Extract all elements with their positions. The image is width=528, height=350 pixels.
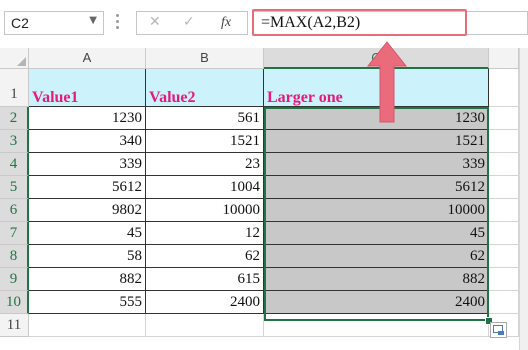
- cell[interactable]: [489, 199, 519, 222]
- check-icon[interactable]: ✓: [183, 14, 195, 30]
- column-header-b[interactable]: B: [146, 48, 264, 69]
- vertical-scrollbar[interactable]: [519, 48, 528, 350]
- row-header-9[interactable]: 9: [0, 268, 29, 291]
- formula-highlight-box: [252, 9, 467, 36]
- row-header-3[interactable]: 3: [0, 130, 29, 153]
- data-cell[interactable]: 9802: [29, 199, 146, 222]
- data-cell[interactable]: 1521: [264, 130, 489, 153]
- cell[interactable]: [489, 268, 519, 291]
- chevron-down-icon[interactable]: ▼: [89, 15, 97, 26]
- name-box-value: C2: [11, 15, 29, 31]
- data-cell[interactable]: 555: [29, 291, 146, 314]
- drag-handle-icon[interactable]: [116, 14, 119, 32]
- row-header-5[interactable]: 5: [0, 176, 29, 199]
- row-header-10[interactable]: 10: [0, 291, 29, 314]
- data-cell[interactable]: 1230: [264, 107, 489, 130]
- name-box[interactable]: C2 ▼: [4, 11, 104, 35]
- data-cell[interactable]: 1004: [146, 176, 264, 199]
- data-cell[interactable]: 339: [29, 153, 146, 176]
- formula-controls: ✕ ✓ fx: [136, 11, 248, 35]
- header-cell-a[interactable]: Value1: [29, 69, 146, 107]
- data-cell[interactable]: 340: [29, 130, 146, 153]
- data-cell[interactable]: 58: [29, 245, 146, 268]
- data-cell[interactable]: 339: [264, 153, 489, 176]
- data-cell[interactable]: 5612: [29, 176, 146, 199]
- select-all-corner[interactable]: [0, 48, 29, 69]
- data-cell[interactable]: 1521: [146, 130, 264, 153]
- data-cell[interactable]: 10000: [146, 199, 264, 222]
- row-header-6[interactable]: 6: [0, 199, 29, 222]
- data-cell[interactable]: 10000: [264, 199, 489, 222]
- cell[interactable]: [489, 69, 519, 107]
- cell[interactable]: [489, 107, 519, 130]
- data-cell[interactable]: 5612: [264, 176, 489, 199]
- column-header-c[interactable]: C: [264, 48, 489, 69]
- cell[interactable]: [489, 153, 519, 176]
- row-header-1[interactable]: 1: [0, 69, 29, 107]
- row-header-7[interactable]: 7: [0, 222, 29, 245]
- data-cell[interactable]: 62: [146, 245, 264, 268]
- cell[interactable]: [489, 176, 519, 199]
- row-header-8[interactable]: 8: [0, 245, 29, 268]
- cell[interactable]: [489, 222, 519, 245]
- row-header-4[interactable]: 4: [0, 153, 29, 176]
- data-cell[interactable]: 23: [146, 153, 264, 176]
- fx-icon[interactable]: fx: [221, 15, 231, 31]
- row-header-2[interactable]: 2: [0, 107, 29, 130]
- cell[interactable]: [489, 245, 519, 268]
- close-icon[interactable]: ✕: [149, 14, 161, 30]
- column-header-d[interactable]: [489, 48, 519, 69]
- data-cell[interactable]: 882: [29, 268, 146, 291]
- header-cell-b[interactable]: Value2: [146, 69, 264, 107]
- column-header-a[interactable]: A: [29, 48, 146, 69]
- data-cell[interactable]: 615: [146, 268, 264, 291]
- data-cell[interactable]: 62: [264, 245, 489, 268]
- data-cell[interactable]: 2400: [146, 291, 264, 314]
- data-cell[interactable]: 45: [264, 222, 489, 245]
- header-cell-c[interactable]: Larger one: [264, 69, 489, 107]
- quick-analysis-icon[interactable]: [490, 322, 507, 338]
- data-cell[interactable]: 1230: [29, 107, 146, 130]
- cell[interactable]: [489, 291, 519, 314]
- data-cell[interactable]: 12: [146, 222, 264, 245]
- formula-bar-area: C2 ▼ ✕ ✓ fx =MAX(A2,B2): [0, 0, 528, 48]
- cell[interactable]: [264, 314, 489, 337]
- data-cell[interactable]: 2400: [264, 291, 489, 314]
- row-header-11[interactable]: 11: [0, 314, 29, 337]
- cell[interactable]: [29, 314, 146, 337]
- data-cell[interactable]: 561: [146, 107, 264, 130]
- data-cell[interactable]: 882: [264, 268, 489, 291]
- cell[interactable]: [146, 314, 264, 337]
- data-cell[interactable]: 45: [29, 222, 146, 245]
- cell[interactable]: [489, 130, 519, 153]
